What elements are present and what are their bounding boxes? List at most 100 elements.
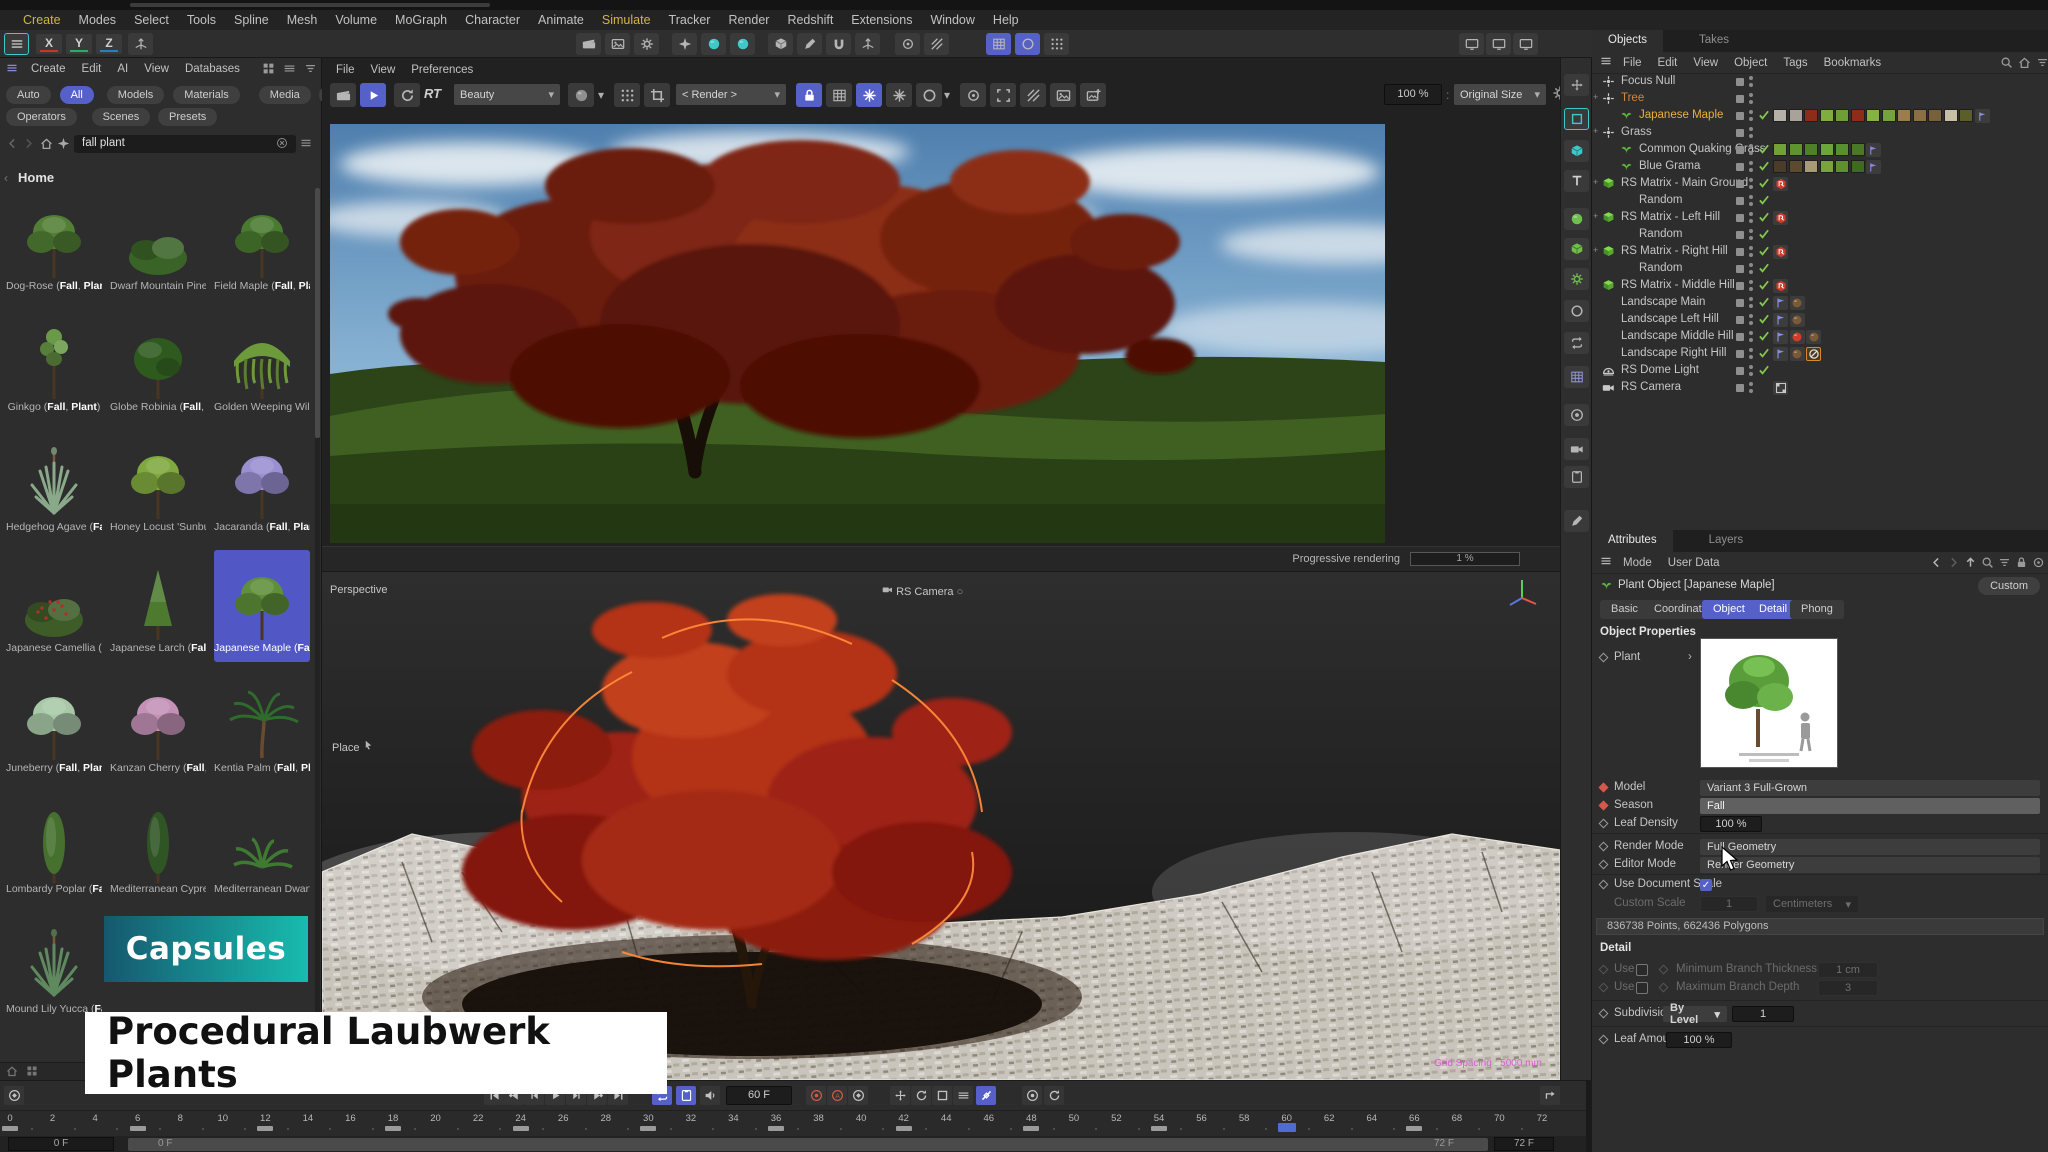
- om-menu-object[interactable]: Object: [1727, 57, 1774, 69]
- asset-item[interactable]: Ginkgo (Fall, Plant): [6, 309, 102, 421]
- keyframe-button[interactable]: [848, 1086, 868, 1105]
- tab-objects[interactable]: Objects: [1592, 30, 1663, 52]
- sphere-tag[interactable]: [1790, 296, 1805, 310]
- viewport-label[interactable]: Perspective: [330, 584, 387, 596]
- asset-item[interactable]: Mediterranean Dwarf ...: [214, 791, 310, 903]
- om-filter-button[interactable]: [2036, 56, 2048, 72]
- volume-tool-button[interactable]: [1564, 238, 1589, 260]
- keyframe-marker[interactable]: [513, 1126, 529, 1131]
- layout-button-3[interactable]: [1513, 33, 1538, 55]
- leaf-density-field[interactable]: 100 %: [1700, 816, 1762, 832]
- zoom-field[interactable]: 100 %: [1384, 84, 1442, 105]
- asset-item[interactable]: Kanzan Cherry (Fall, Pl...: [110, 670, 206, 782]
- record-button[interactable]: [806, 1086, 826, 1105]
- expand-toggle[interactable]: +: [1593, 126, 1598, 136]
- enable-dots[interactable]: [1749, 331, 1753, 345]
- axis-x-button[interactable]: X: [36, 34, 62, 54]
- om-menu-bookmarks[interactable]: Bookmarks: [1817, 57, 1889, 69]
- perspective-viewport[interactable]: Perspective RS Camera ○ Place Grid Spaci…: [322, 572, 1560, 1080]
- record-position-button[interactable]: [890, 1086, 910, 1105]
- om-menu-file[interactable]: File: [1616, 57, 1649, 69]
- menu-help[interactable]: Help: [984, 13, 1028, 27]
- object-row[interactable]: undefinedLandscape Main: [1592, 295, 2048, 312]
- sphere-tag[interactable]: [1806, 330, 1821, 344]
- move-tool-button[interactable]: [1564, 74, 1589, 96]
- solo-object-button[interactable]: [1022, 1086, 1042, 1105]
- current-frame-field[interactable]: 60 F: [726, 1086, 792, 1105]
- enable-dots[interactable]: [1749, 178, 1753, 192]
- material-swatch[interactable]: [1835, 160, 1849, 173]
- menu-spline[interactable]: Spline: [225, 13, 278, 27]
- history-forward-button[interactable]: [1947, 556, 1960, 572]
- record-rotation-button[interactable]: [911, 1086, 931, 1105]
- camera-tool-button[interactable]: [1564, 438, 1589, 460]
- playhead[interactable]: [1278, 1123, 1296, 1132]
- visibility-toggle[interactable]: [1736, 214, 1744, 222]
- enable-dots[interactable]: [1749, 348, 1753, 362]
- preview-range-button[interactable]: [676, 1086, 696, 1105]
- focus-button[interactable]: [960, 83, 986, 107]
- expand-toggle[interactable]: +: [1593, 245, 1598, 255]
- region-button[interactable]: [990, 83, 1016, 107]
- plant-preview-thumbnail[interactable]: [1700, 638, 1838, 768]
- grid-tool-button[interactable]: [1564, 366, 1589, 388]
- object-row[interactable]: +RS Matrix - Left Hill: [1592, 210, 2048, 227]
- selection-box-tool-button[interactable]: [1564, 108, 1589, 130]
- material-swatch[interactable]: [1897, 109, 1911, 122]
- material-swatch[interactable]: [1789, 109, 1803, 122]
- enabled-check-icon[interactable]: [1758, 194, 1770, 209]
- flag-tag[interactable]: [1773, 296, 1788, 310]
- min-branch-use-checkbox[interactable]: [1636, 964, 1648, 976]
- enabled-check-icon[interactable]: [1758, 330, 1770, 345]
- asset-item[interactable]: Dwarf Mountain Pine (...: [110, 188, 206, 300]
- object-row[interactable]: undefinedLandscape Middle Hill: [1592, 329, 2048, 346]
- attr-search-button[interactable]: [1981, 556, 1994, 572]
- material-swatch[interactable]: [1789, 143, 1803, 156]
- keyframe-marker[interactable]: [640, 1126, 656, 1131]
- enable-dots[interactable]: [1749, 314, 1753, 328]
- camera-label[interactable]: RS Camera ○: [882, 584, 963, 598]
- object-row[interactable]: undefinedLandscape Right Hill: [1592, 346, 2048, 363]
- generator-tool-button[interactable]: [1564, 268, 1589, 290]
- menu-volume[interactable]: Volume: [326, 13, 386, 27]
- size-dropdown[interactable]: Original Size▾: [1454, 84, 1546, 105]
- enabled-check-icon[interactable]: [1758, 228, 1770, 243]
- enabled-check-icon[interactable]: [1758, 347, 1770, 362]
- footer-home-icon[interactable]: [6, 1065, 18, 1080]
- enabled-check-icon[interactable]: [1758, 177, 1770, 192]
- material-swatch[interactable]: [1928, 109, 1942, 122]
- flag-tag[interactable]: [1866, 143, 1881, 157]
- keyframe-marker[interactable]: [2, 1126, 18, 1131]
- asset-view-bars-button[interactable]: [283, 62, 296, 78]
- enabled-check-icon[interactable]: [1758, 109, 1770, 124]
- range-end-field[interactable]: 72 F: [1494, 1137, 1554, 1151]
- panel-menu-button[interactable]: [4, 33, 29, 55]
- asset-item[interactable]: Japanese Camellia (Fal...: [6, 550, 102, 662]
- timeline-key-icon[interactable]: [4, 1086, 24, 1105]
- magnet-tool-button[interactable]: [826, 33, 851, 55]
- sphere-tool-button[interactable]: [1564, 208, 1589, 230]
- enabled-check-icon[interactable]: [1758, 160, 1770, 175]
- object-row[interactable]: +Grass: [1592, 125, 2048, 142]
- season-dropdown[interactable]: Fall: [1700, 798, 2040, 814]
- asset-view-gridview-button[interactable]: [262, 62, 275, 78]
- asset-item[interactable]: Juneberry (Fall, Plant): [6, 670, 102, 782]
- menu-simulate[interactable]: Simulate: [593, 13, 660, 27]
- model-tool-button[interactable]: [768, 33, 793, 55]
- material-swatch[interactable]: [1835, 143, 1849, 156]
- om-menu-view[interactable]: View: [1686, 57, 1725, 69]
- history-back-button[interactable]: [1930, 556, 1943, 572]
- enable-dots[interactable]: [1749, 229, 1753, 243]
- rs-tag[interactable]: [1773, 177, 1788, 191]
- field-button[interactable]: [1044, 33, 1069, 55]
- rgb-channel-button[interactable]: [568, 83, 594, 107]
- menu-modes[interactable]: Modes: [70, 13, 126, 27]
- material-swatch[interactable]: [1820, 109, 1834, 122]
- object-row[interactable]: +Tree: [1592, 91, 2048, 108]
- render-mode-dropdown[interactable]: Full Geometry: [1700, 839, 2040, 855]
- timeline-ruler[interactable]: 0246810121416182022242628303234363840424…: [0, 1110, 1586, 1136]
- material-swatch[interactable]: [1789, 160, 1803, 173]
- image-a-button[interactable]: [1050, 83, 1076, 107]
- magic-button[interactable]: [672, 33, 697, 55]
- circle-select-button[interactable]: [916, 83, 942, 107]
